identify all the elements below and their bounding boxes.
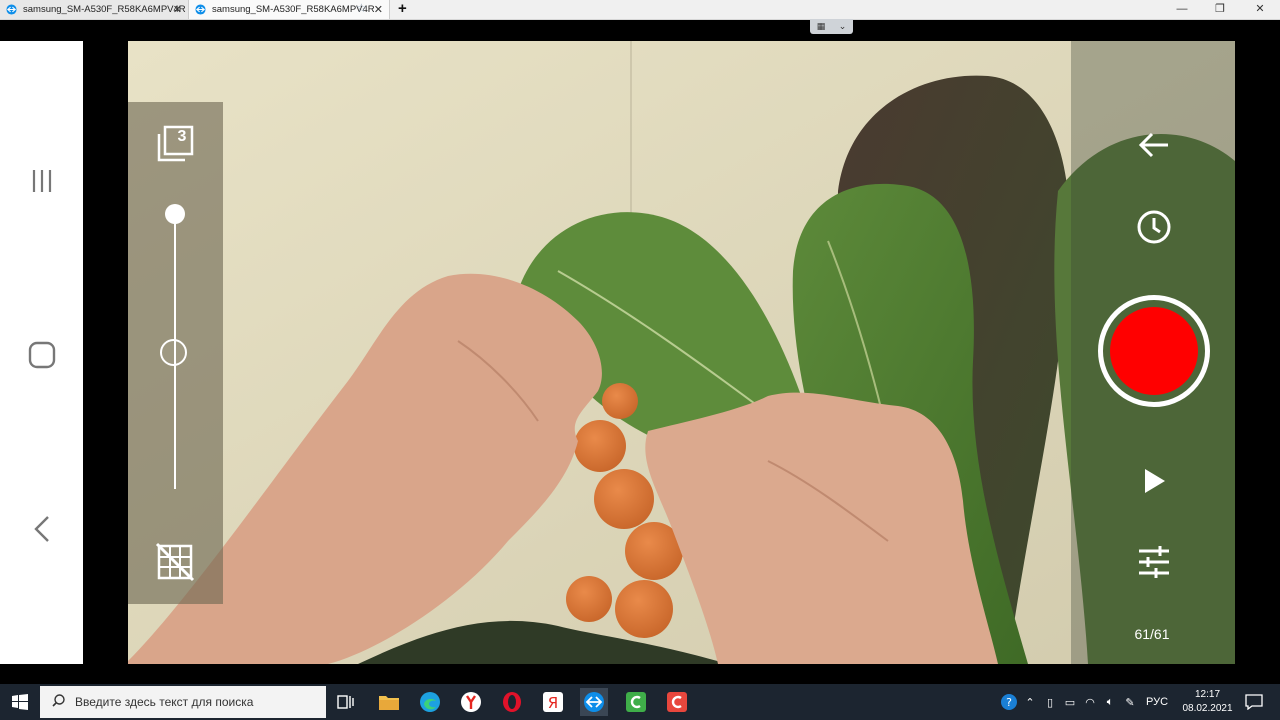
close-icon[interactable]: ✕ bbox=[1240, 0, 1280, 19]
frames-count-badge: 3 bbox=[177, 128, 187, 145]
close-tab-icon[interactable]: ✕ bbox=[374, 3, 383, 16]
slider-top-handle[interactable] bbox=[165, 204, 185, 224]
browser-tab-bar: samsung_SM-A530F_R58KA6MPV4R ✕ samsung_S… bbox=[0, 0, 1280, 20]
edge-icon[interactable] bbox=[416, 688, 444, 716]
grid-off-icon bbox=[155, 542, 195, 582]
new-tab-button[interactable]: + bbox=[398, 0, 407, 17]
tab-label: samsung_SM-A530F_R58KA6MPV4R bbox=[212, 4, 375, 15]
windows-start-icon[interactable] bbox=[6, 688, 34, 716]
system-tray: ? ⌃ ▯ ▭ ◠ 🔈︎ ✎ РУС bbox=[998, 684, 1174, 720]
file-explorer-icon[interactable] bbox=[375, 688, 403, 716]
chevron-down-icon[interactable]: ⌄ bbox=[839, 21, 847, 32]
recents-icon[interactable] bbox=[28, 167, 56, 195]
search-icon bbox=[52, 694, 65, 710]
device-icon[interactable]: ▯ bbox=[1040, 696, 1060, 709]
close-tab-icon[interactable]: ✕ bbox=[173, 3, 182, 16]
search-placeholder: Введите здесь текст для поиска bbox=[75, 695, 254, 709]
record-dot bbox=[1110, 307, 1198, 395]
clock-icon[interactable] bbox=[1136, 209, 1172, 245]
svg-text:?: ? bbox=[1006, 696, 1012, 709]
right-control-panel bbox=[1071, 41, 1235, 664]
teamviewer-icon bbox=[6, 4, 17, 15]
star-icon[interactable]: ☆ bbox=[356, 1, 367, 15]
clock-date: 08.02.2021 bbox=[1182, 703, 1233, 714]
arrow-left-icon[interactable] bbox=[1138, 129, 1170, 161]
teamviewer-icon bbox=[195, 4, 206, 15]
help-icon[interactable]: ? bbox=[998, 693, 1020, 711]
clock[interactable]: 12:17 08.02.2021 bbox=[1180, 688, 1235, 716]
battery-icon[interactable]: ▭ bbox=[1060, 696, 1080, 709]
grid-toggle-button[interactable] bbox=[155, 542, 195, 582]
wifi-icon[interactable]: ◠ bbox=[1080, 696, 1100, 709]
play-icon[interactable] bbox=[1143, 468, 1167, 494]
notifications-icon[interactable] bbox=[1240, 688, 1268, 716]
camera-preview[interactable] bbox=[128, 41, 1235, 664]
volume-icon[interactable]: 🔈︎ bbox=[1100, 696, 1120, 709]
yandex-icon[interactable]: Я bbox=[539, 688, 567, 716]
language-indicator[interactable]: РУС bbox=[1140, 696, 1174, 708]
restore-icon[interactable]: ❐ bbox=[1200, 0, 1240, 19]
record-button[interactable] bbox=[1098, 295, 1210, 407]
camtasia-green-icon[interactable] bbox=[622, 688, 650, 716]
clock-time: 12:17 bbox=[1194, 689, 1221, 700]
home-icon[interactable] bbox=[28, 341, 56, 369]
teamviewer-icon[interactable] bbox=[580, 688, 608, 716]
svg-text:Я: Я bbox=[548, 694, 558, 712]
task-view-icon[interactable] bbox=[332, 688, 360, 716]
remote-session-bar bbox=[0, 20, 1280, 41]
frames-overlay-button[interactable]: 3 bbox=[155, 124, 195, 164]
android-nav-bar bbox=[0, 41, 83, 664]
minimize-icon[interactable]: — bbox=[1162, 0, 1202, 19]
browser-tab[interactable]: samsung_SM-A530F_R58KA6MPV4R ✕ bbox=[0, 0, 188, 19]
slider-handle[interactable] bbox=[160, 339, 187, 366]
grid-icon[interactable]: ▦ bbox=[817, 21, 826, 32]
camera-viewport: 3 bbox=[83, 41, 1235, 664]
camera-preview-image bbox=[128, 41, 1235, 664]
sliders-icon[interactable] bbox=[1136, 544, 1172, 580]
windows-taskbar: Введите здесь текст для поиска Я ? ⌃ ▯ ▭… bbox=[0, 684, 1280, 720]
yandex-browser-icon[interactable] bbox=[457, 688, 485, 716]
right-black-border bbox=[1235, 41, 1280, 664]
tab-label: samsung_SM-A530F_R58KA6MPV4R bbox=[23, 4, 186, 15]
chevron-up-icon[interactable]: ⌃ bbox=[1020, 696, 1040, 709]
opera-icon[interactable] bbox=[498, 688, 526, 716]
camtasia-red-icon[interactable] bbox=[663, 688, 691, 716]
back-icon[interactable] bbox=[28, 515, 56, 543]
remote-toolbar-handle[interactable]: ▦ ⌄ bbox=[810, 19, 853, 34]
left-control-panel: 3 bbox=[128, 102, 223, 604]
pen-icon[interactable]: ✎ bbox=[1120, 696, 1140, 709]
taskbar-search[interactable]: Введите здесь текст для поиска bbox=[40, 686, 326, 718]
frame-counter: 61/61 bbox=[1134, 626, 1170, 642]
